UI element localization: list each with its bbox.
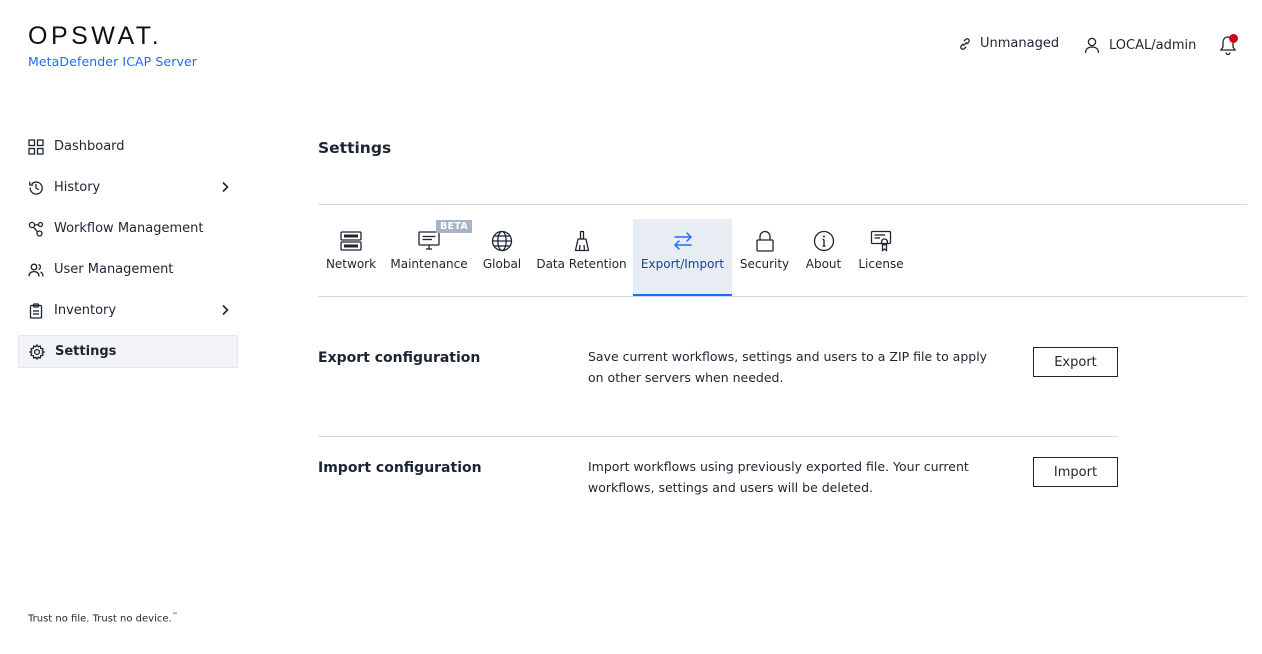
opswat-wordmark: OPSWAT. [28, 22, 163, 50]
tab-label: Global [482, 257, 522, 271]
unmanaged-label: Unmanaged [980, 36, 1060, 51]
sidebar-item-label: Inventory [54, 303, 117, 318]
info-icon [811, 228, 837, 254]
tabs-top-divider [318, 204, 1247, 205]
sidebar-item-label: History [54, 180, 101, 195]
sidebar-item-user-management[interactable]: User Management [18, 253, 238, 286]
page-title: Settings [318, 139, 392, 157]
sidebar-item-inventory[interactable]: Inventory [18, 294, 238, 327]
sidebar-item-label: User Management [54, 262, 174, 277]
import-section: Import configuration Import workflows us… [318, 456, 1118, 516]
lock-icon [752, 228, 778, 254]
sidebar-nav: Dashboard History Workflow Management Us… [18, 130, 238, 376]
brand-logo: OPSWAT. MetaDefender ICAP Server [28, 22, 197, 70]
history-icon [27, 179, 45, 197]
tab-label: Maintenance [390, 257, 468, 271]
notification-dot [1229, 34, 1238, 43]
user-menu[interactable]: LOCAL/admin [1083, 36, 1196, 54]
chevron-right-icon [222, 304, 229, 316]
tab-export-import[interactable]: Export/Import [633, 219, 732, 297]
tab-data-retention[interactable]: Data Retention [530, 219, 633, 297]
tab-label: Data Retention [536, 257, 627, 271]
tab-label: Security [739, 257, 790, 271]
users-icon [27, 261, 45, 279]
import-button[interactable]: Import [1033, 457, 1118, 487]
sidebar-item-history[interactable]: History [18, 171, 238, 204]
export-title: Export configuration [318, 350, 481, 366]
export-section: Export configuration Save current workfl… [318, 346, 1118, 406]
beta-badge: BETA [436, 220, 473, 233]
tab-label: About [805, 257, 842, 271]
tab-network[interactable]: Network [318, 219, 384, 297]
arrows-swap-icon [670, 228, 696, 254]
product-name: MetaDefender ICAP Server [28, 54, 197, 69]
user-icon [1084, 37, 1100, 54]
section-divider [318, 436, 1118, 437]
tab-label: Export/Import [640, 257, 725, 271]
tab-global[interactable]: Global [474, 219, 530, 297]
sidebar-item-dashboard[interactable]: Dashboard [18, 130, 238, 163]
gear-icon [28, 343, 46, 361]
globe-icon [489, 228, 515, 254]
chevron-right-icon [222, 181, 229, 193]
clipboard-icon [27, 302, 45, 320]
sidebar-item-label: Dashboard [54, 139, 125, 154]
tab-about[interactable]: About [797, 219, 850, 297]
tab-license[interactable]: License [850, 219, 912, 297]
sidebar-item-settings[interactable]: Settings [18, 335, 238, 368]
export-button[interactable]: Export [1033, 347, 1118, 377]
notifications-button[interactable] [1218, 34, 1240, 56]
server-icon [338, 228, 364, 254]
import-title: Import configuration [318, 460, 482, 476]
unmanaged-status[interactable]: Unmanaged [958, 36, 1059, 51]
grid-icon [27, 138, 45, 156]
settings-tabs: Network BETA Maintenance Global Data Ret… [318, 219, 912, 297]
import-description: Import workflows using previously export… [588, 459, 969, 495]
tab-label: Network [325, 257, 377, 271]
tab-maintenance[interactable]: BETA Maintenance [384, 219, 474, 297]
tagline-text: Trust no file. Trust no device. [28, 613, 172, 625]
broom-icon [569, 228, 595, 254]
tab-label: License [858, 257, 904, 271]
export-description: Save current workflows, settings and use… [588, 349, 988, 385]
sidebar-item-label: Settings [55, 344, 117, 359]
sidebar-item-label: Workflow Management [54, 221, 204, 236]
tab-security[interactable]: Security [732, 219, 797, 297]
user-label: LOCAL/admin [1109, 37, 1197, 53]
sidebar-item-workflow-management[interactable]: Workflow Management [18, 212, 238, 245]
unlink-icon [960, 37, 970, 50]
workflow-icon [27, 220, 45, 238]
certificate-icon [868, 228, 894, 254]
tabs-bottom-divider [318, 296, 1247, 297]
trademark-mark: ™ [171, 612, 178, 619]
footer-tagline: Trust no file. Trust no device.™ [28, 612, 178, 624]
